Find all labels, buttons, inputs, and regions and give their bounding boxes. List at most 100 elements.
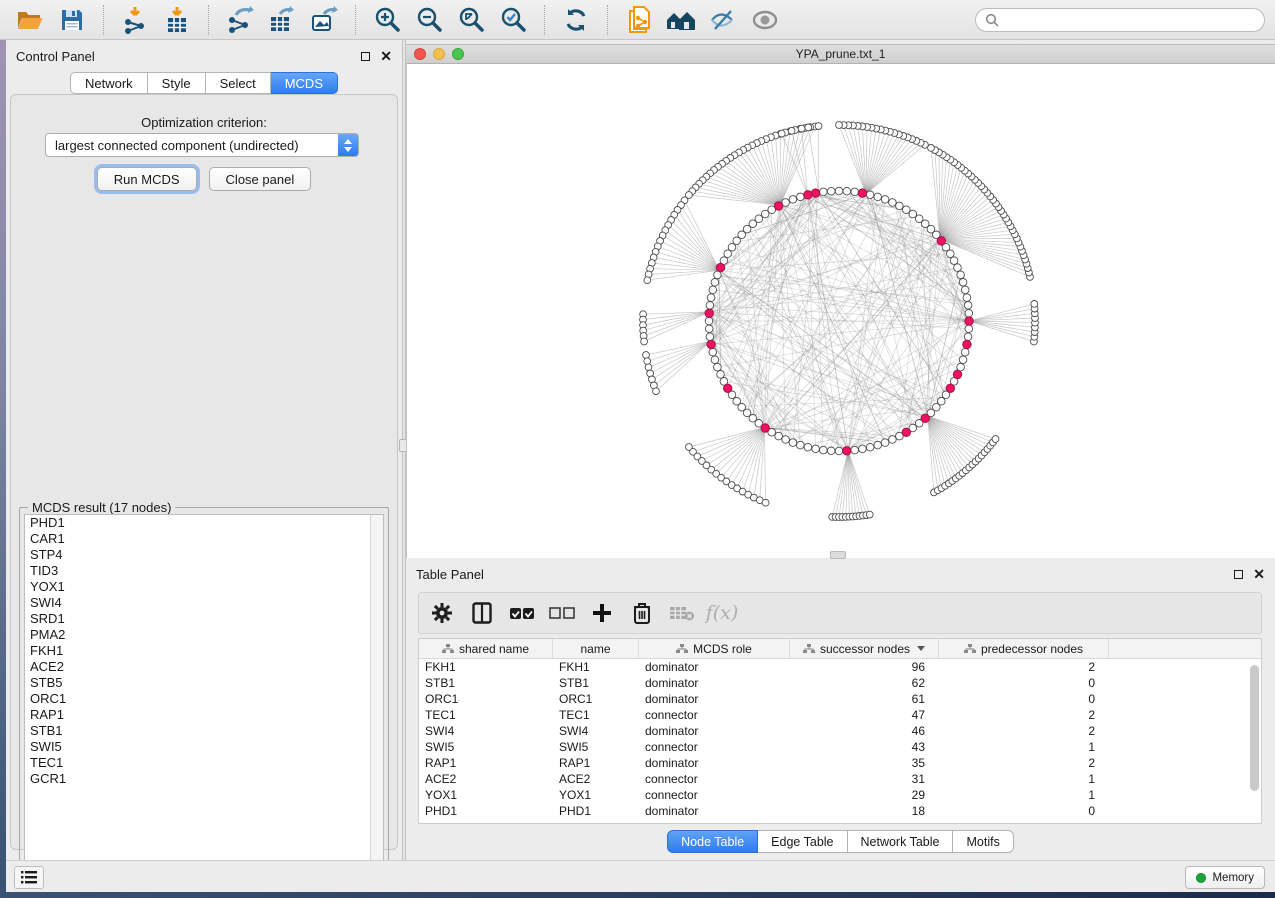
mcds-result-item[interactable]: GCR1 — [25, 771, 383, 787]
mcds-result-item[interactable]: FKH1 — [25, 643, 383, 659]
table-tab-motifs[interactable]: Motifs — [953, 830, 1013, 853]
column-header-MCDS-role[interactable]: MCDS role — [639, 639, 790, 658]
table-row[interactable]: PHD1PHD1dominator180 — [419, 803, 1261, 819]
table-cell: ORC1 — [553, 692, 639, 706]
save-session-icon[interactable] — [52, 4, 92, 36]
table-row[interactable]: STB1STB1dominator620 — [419, 675, 1261, 691]
close-panel-button[interactable]: Close panel — [209, 167, 312, 191]
hide-selected-icon[interactable] — [703, 4, 743, 36]
zoom-selected-icon[interactable] — [493, 4, 533, 36]
table-row[interactable]: YOX1YOX1connector291 — [419, 787, 1261, 803]
tab-select[interactable]: Select — [206, 72, 271, 94]
float-panel-icon[interactable] — [1234, 570, 1243, 579]
table-tab-edge-table[interactable]: Edge Table — [758, 830, 847, 853]
mcds-result-item[interactable]: SWI5 — [25, 739, 383, 755]
deselect-all-icon[interactable] — [549, 600, 575, 626]
table-cell: YOX1 — [419, 788, 553, 802]
mcds-result-item[interactable]: YOX1 — [25, 579, 383, 595]
search-icon — [985, 13, 999, 27]
network-window-titlebar[interactable]: YPA_prune.txt_1 — [406, 44, 1275, 64]
import-network-icon[interactable] — [115, 4, 155, 36]
close-panel-icon[interactable]: ✕ — [1253, 569, 1265, 579]
mcds-result-item[interactable]: STB1 — [25, 723, 383, 739]
mcds-result-item[interactable]: PHD1 — [25, 515, 383, 531]
open-session-icon[interactable] — [10, 4, 50, 36]
table-row[interactable]: RAP1RAP1dominator352 — [419, 755, 1261, 771]
refresh-icon[interactable] — [556, 4, 596, 36]
mcds-result-item[interactable]: TID3 — [25, 563, 383, 579]
toolbar-separator — [208, 5, 209, 35]
zoom-out-icon[interactable] — [409, 4, 449, 36]
mcds-result-item[interactable]: SRD1 — [25, 611, 383, 627]
column-header-predecessor-nodes[interactable]: predecessor nodes — [939, 639, 1109, 658]
mcds-result-title: MCDS result (17 nodes) — [28, 500, 175, 515]
search-input[interactable] — [1005, 13, 1255, 27]
table-tab-node-table[interactable]: Node Table — [667, 830, 758, 853]
close-panel-icon[interactable]: ✕ — [380, 51, 392, 61]
node-table[interactable]: shared namenameMCDS rolesuccessor nodesp… — [418, 638, 1262, 824]
mcds-result-item[interactable]: STB5 — [25, 675, 383, 691]
gear-icon[interactable] — [429, 600, 455, 626]
mcds-result-item[interactable]: TEC1 — [25, 755, 383, 771]
zoom-fit-icon[interactable] — [451, 4, 491, 36]
table-panel: Table Panel ✕ f(x) shared namenameMCDS r… — [406, 564, 1275, 860]
column-header-shared-name[interactable]: shared name — [419, 639, 553, 658]
table-row[interactable]: SWI5SWI5connector431 — [419, 739, 1261, 755]
mcds-result-item[interactable]: SWI4 — [25, 595, 383, 611]
delete-column-icon — [669, 600, 695, 626]
toolbar-separator — [103, 5, 104, 35]
column-header-successor-nodes[interactable]: successor nodes — [790, 639, 939, 658]
table-cell: connector — [639, 788, 790, 802]
mcds-result-item[interactable]: ORC1 — [25, 691, 383, 707]
task-history-button[interactable] — [14, 866, 44, 889]
mcds-result-item[interactable]: RAP1 — [25, 707, 383, 723]
export-table-icon[interactable] — [262, 4, 302, 36]
mcds-result-item[interactable]: STP4 — [25, 547, 383, 563]
table-row[interactable]: FKH1FKH1dominator962 — [419, 659, 1261, 675]
mcds-result-item[interactable]: PMA2 — [25, 627, 383, 643]
criterion-dropdown[interactable]: largest connected component (undirected) — [45, 133, 359, 157]
import-table-icon[interactable] — [157, 4, 197, 36]
export-network-icon[interactable] — [220, 4, 260, 36]
memory-button[interactable]: Memory — [1185, 866, 1265, 889]
table-body: FKH1FKH1dominator962STB1STB1dominator620… — [419, 659, 1261, 819]
network-graph[interactable] — [407, 64, 1275, 558]
add-column-icon[interactable] — [589, 600, 615, 626]
table-cell: connector — [639, 708, 790, 722]
float-panel-icon[interactable] — [361, 52, 370, 61]
control-panel-tabs: NetworkStyleSelectMCDS — [6, 72, 402, 94]
tab-mcds[interactable]: MCDS — [271, 72, 338, 94]
table-scrollbar-thumb[interactable] — [1250, 665, 1259, 791]
run-mcds-button[interactable]: Run MCDS — [97, 167, 197, 191]
first-neighbors-icon[interactable] — [661, 4, 701, 36]
table-cell: 46 — [790, 724, 939, 738]
mcds-result-item[interactable]: CAR1 — [25, 531, 383, 547]
table-row[interactable]: TEC1TEC1connector472 — [419, 707, 1261, 723]
delete-icon[interactable] — [629, 600, 655, 626]
control-panel-title: Control Panel — [16, 49, 95, 64]
table-cell: 47 — [790, 708, 939, 722]
table-cell: FKH1 — [419, 660, 553, 674]
horizontal-divider-handle[interactable] — [830, 551, 846, 559]
select-all-icon[interactable] — [509, 600, 535, 626]
table-tab-network-table[interactable]: Network Table — [848, 830, 954, 853]
table-row[interactable]: SWI4SWI4dominator462 — [419, 723, 1261, 739]
table-cell: SWI5 — [419, 740, 553, 754]
mcds-result-list[interactable]: PHD1CAR1STP4TID3YOX1SWI4SRD1PMA2FKH1ACE2… — [24, 514, 384, 874]
mcds-result-item[interactable]: ACE2 — [25, 659, 383, 675]
tab-network[interactable]: Network — [70, 72, 148, 94]
table-row[interactable]: ORC1ORC1dominator610 — [419, 691, 1261, 707]
columns-icon[interactable] — [469, 600, 495, 626]
network-canvas[interactable] — [406, 64, 1275, 558]
column-header-name[interactable]: name — [553, 639, 639, 658]
table-row[interactable]: ACE2ACE2connector311 — [419, 771, 1261, 787]
right-region: YPA_prune.txt_1 Table Panel ✕ f(x) — [406, 40, 1275, 860]
share-network-icon[interactable] — [619, 4, 659, 36]
table-cell: 62 — [790, 676, 939, 690]
table-cell: 29 — [790, 788, 939, 802]
tab-style[interactable]: Style — [148, 72, 206, 94]
show-all-icon[interactable] — [745, 4, 785, 36]
export-image-icon[interactable] — [304, 4, 344, 36]
mcds-list-scrollbar[interactable] — [370, 515, 383, 873]
zoom-in-icon[interactable] — [367, 4, 407, 36]
